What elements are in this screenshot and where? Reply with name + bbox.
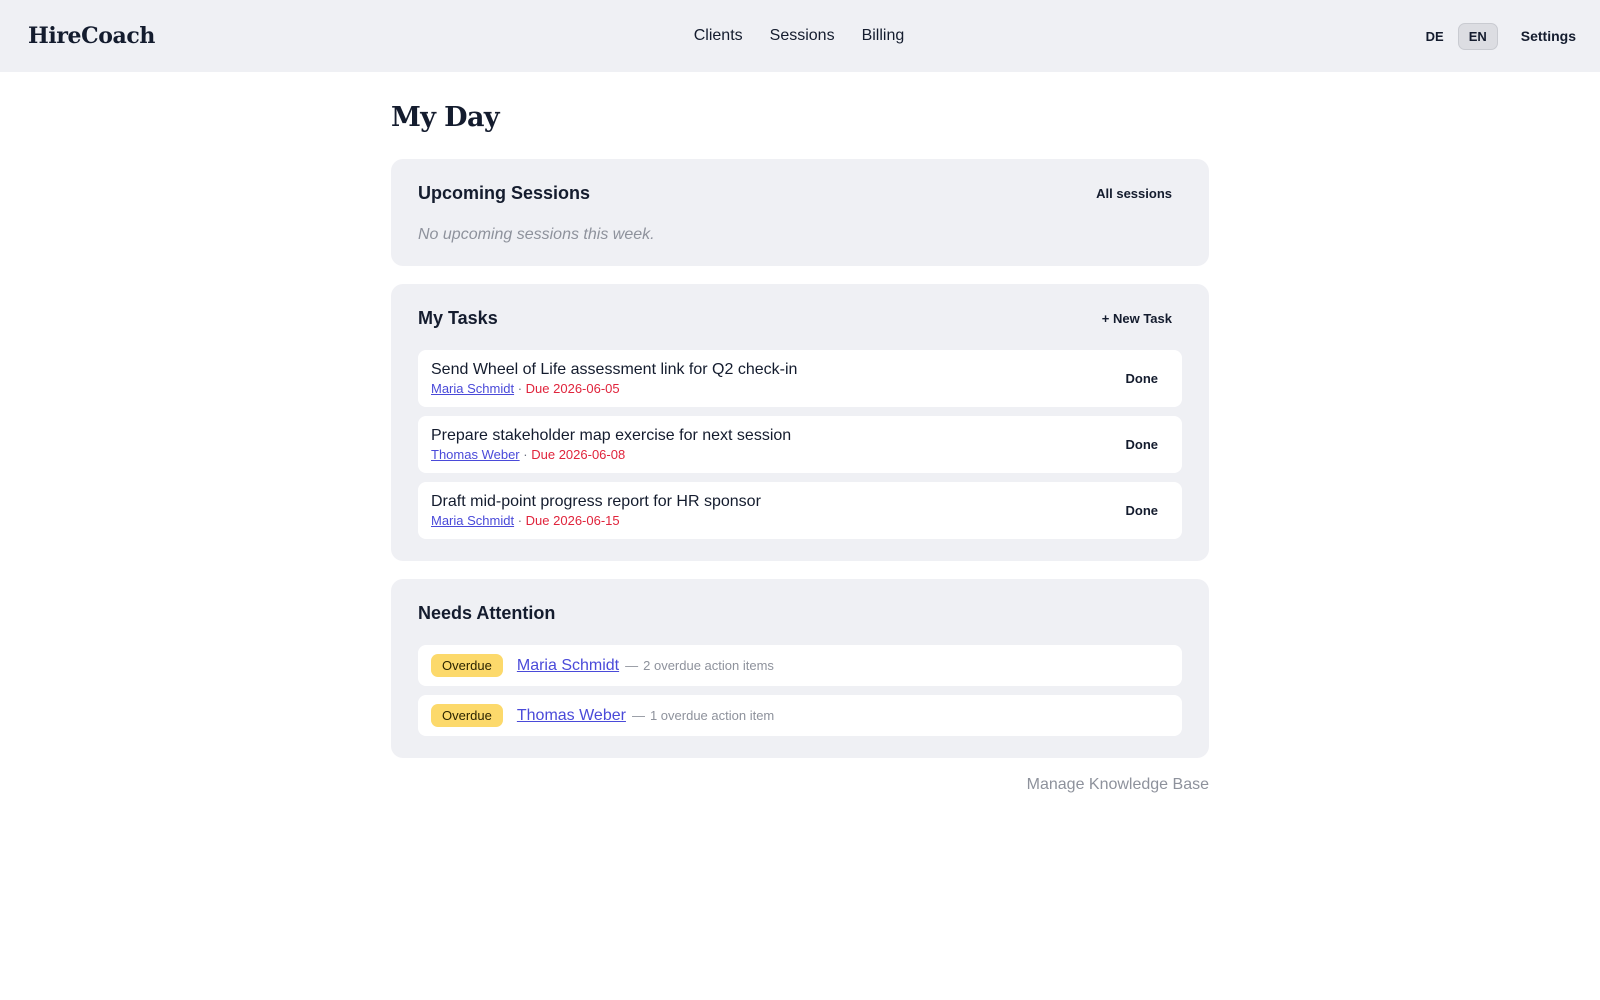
task-meta: Maria Schmidt · Due 2026-06-05 — [431, 380, 1126, 398]
attention-item: Overdue Thomas Weber — 1 overdue action … — [418, 695, 1182, 736]
task-client-link[interactable]: Thomas Weber — [431, 447, 520, 462]
task-title: Draft mid-point progress report for HR s… — [431, 492, 761, 510]
my-tasks-title: My Tasks — [418, 308, 498, 328]
task-body: Draft mid-point progress report for HR s… — [431, 492, 1126, 530]
task-due-date: Due 2026-06-05 — [525, 380, 620, 396]
task-item: Prepare stakeholder map exercise for nex… — [418, 416, 1182, 473]
task-body: Prepare stakeholder map exercise for nex… — [431, 426, 1126, 464]
needs-attention-header: Needs Attention — [418, 603, 1182, 624]
main-content: My Day Upcoming Sessions All sessions No… — [391, 72, 1209, 794]
main-nav: Clients Sessions Billing — [0, 0, 1600, 72]
all-sessions-button[interactable]: All sessions — [1096, 186, 1172, 201]
attention-list: Overdue Maria Schmidt — 2 overdue action… — [418, 645, 1182, 736]
attention-separator: — — [631, 708, 645, 723]
settings-link[interactable]: Settings — [1521, 28, 1576, 44]
task-meta-separator: · — [517, 380, 523, 396]
manage-knowledge-base-link[interactable]: Manage Knowledge Base — [391, 776, 1209, 794]
task-item: Draft mid-point progress report for HR s… — [418, 482, 1182, 539]
attention-client-link[interactable]: Maria Schmidt — [517, 657, 619, 675]
task-body: Send Wheel of Life assessment link for Q… — [431, 360, 1126, 398]
overdue-badge: Overdue — [431, 704, 503, 727]
task-meta: Maria Schmidt · Due 2026-06-15 — [431, 512, 1126, 530]
upcoming-sessions-title: Upcoming Sessions — [418, 183, 591, 203]
header-actions: DE EN Settings — [1418, 22, 1576, 50]
task-list: Send Wheel of Life assessment link for Q… — [418, 350, 1182, 539]
no-sessions-message: No upcoming sessions this week. — [418, 226, 655, 243]
nav-billing[interactable]: Billing — [862, 27, 905, 45]
new-task-button[interactable]: + New Task — [1102, 311, 1172, 326]
page-title: My Day — [391, 102, 500, 133]
needs-attention-title: Needs Attention — [418, 603, 556, 623]
nav-clients[interactable]: Clients — [694, 27, 743, 45]
needs-attention-card: Needs Attention Overdue Maria Schmidt — … — [391, 579, 1209, 758]
task-item: Send Wheel of Life assessment link for Q… — [418, 350, 1182, 407]
language-en-button[interactable]: EN — [1457, 22, 1498, 50]
task-meta: Thomas Weber · Due 2026-06-08 — [431, 446, 1126, 464]
attention-note: 2 overdue action items — [643, 658, 774, 673]
overdue-badge: Overdue — [431, 654, 503, 677]
task-done-button[interactable]: Done — [1126, 503, 1159, 518]
task-client-link[interactable]: Maria Schmidt — [431, 513, 514, 528]
language-de-button[interactable]: DE — [1418, 23, 1452, 50]
nav-sessions[interactable]: Sessions — [770, 27, 835, 45]
attention-client-link[interactable]: Thomas Weber — [517, 707, 626, 725]
task-done-button[interactable]: Done — [1126, 371, 1159, 386]
task-meta-separator: · — [517, 512, 523, 528]
task-title: Send Wheel of Life assessment link for Q… — [431, 360, 798, 378]
my-tasks-header: My Tasks + New Task — [418, 308, 1182, 329]
attention-item: Overdue Maria Schmidt — 2 overdue action… — [418, 645, 1182, 686]
task-client-link[interactable]: Maria Schmidt — [431, 381, 514, 396]
task-meta-separator: · — [523, 446, 528, 462]
attention-note: 1 overdue action item — [649, 708, 775, 723]
upcoming-sessions-card: Upcoming Sessions All sessions No upcomi… — [391, 159, 1209, 266]
brand-logo[interactable]: HireCoach — [28, 23, 155, 49]
attention-separator: — — [625, 658, 639, 673]
task-done-button[interactable]: Done — [1126, 437, 1159, 452]
task-due-date: Due 2026-06-15 — [525, 512, 620, 528]
top-navigation-bar: HireCoach Clients Sessions Billing DE EN… — [0, 0, 1600, 72]
my-tasks-card: My Tasks + New Task Send Wheel of Life a… — [391, 284, 1209, 561]
upcoming-sessions-header: Upcoming Sessions All sessions — [418, 183, 1182, 204]
task-due-date: Due 2026-06-08 — [531, 446, 626, 462]
task-title: Prepare stakeholder map exercise for nex… — [431, 426, 792, 444]
